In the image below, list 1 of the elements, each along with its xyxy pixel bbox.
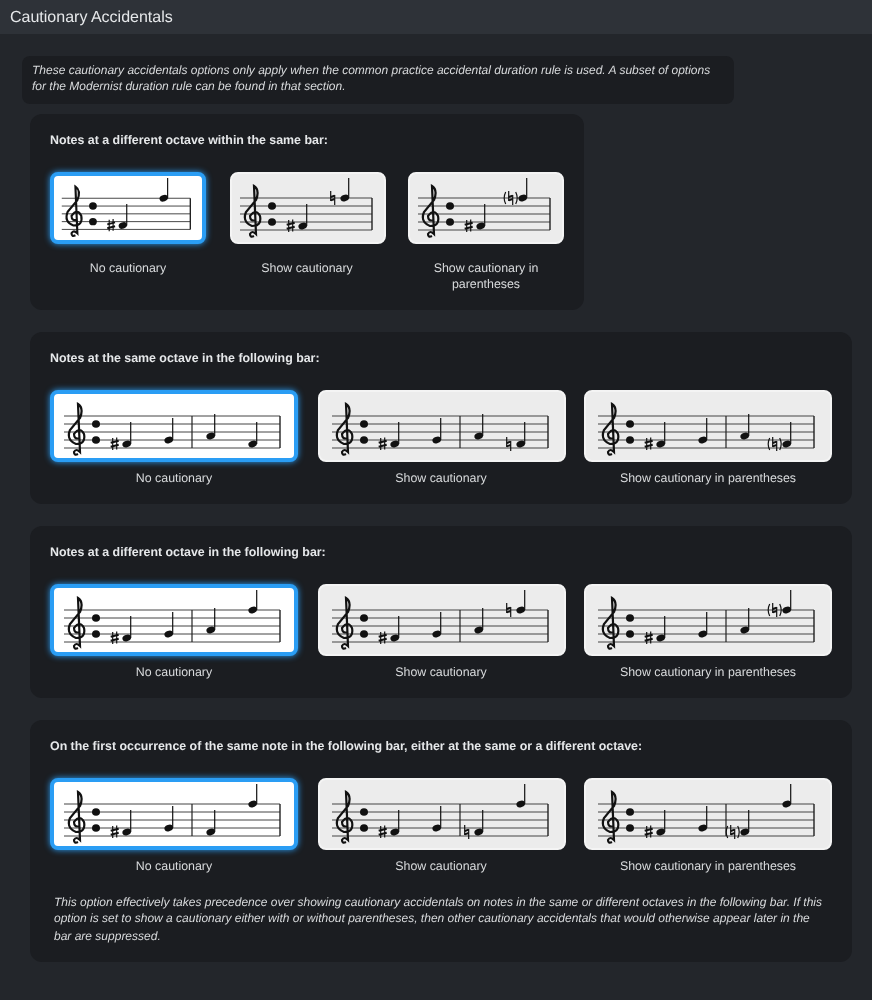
section-title: Cautionary Accidentals	[10, 8, 173, 26]
